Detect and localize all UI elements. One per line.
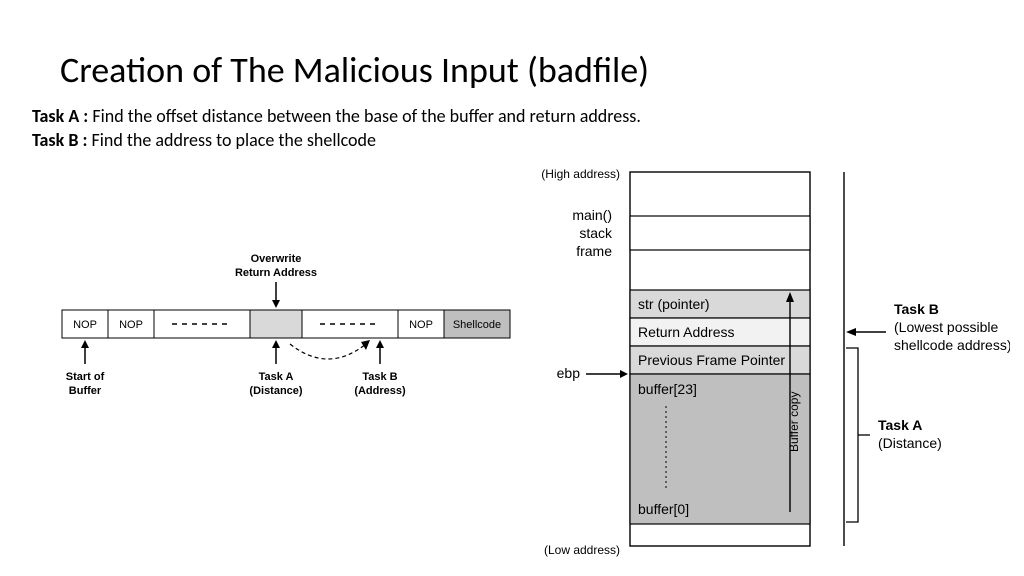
high-address-label: (High address) (541, 167, 620, 181)
buffer-row: NOP NOP NOP Shellcode (62, 310, 510, 338)
main-frame-cell (630, 216, 810, 250)
task-b-sub: shellcode address) (894, 337, 1010, 353)
arrow-up-icon (81, 340, 89, 348)
ebp-label: ebp (557, 365, 581, 381)
bracket-icon (846, 348, 858, 522)
taskb-bot: (Address) (354, 385, 406, 397)
main-label: stack (579, 225, 613, 241)
shellcode-cell: Shellcode (453, 319, 501, 331)
buffer-layout-diagram: Overwrite Return Address NOP NOP NOP She… (32, 240, 522, 440)
taskb-top: Task B (362, 371, 397, 383)
nop-cell: NOP (119, 319, 143, 331)
main-label: frame (576, 243, 612, 259)
nop-cell: NOP (73, 319, 97, 331)
task-a-text: Find the offset distance between the bas… (88, 105, 641, 127)
stack-layout-diagram: (High address) (Low address) main() stac… (540, 162, 1010, 562)
taska-bot: (Distance) (249, 385, 303, 397)
buffer0-label: buffer[0] (638, 501, 689, 517)
taska-top: Task A (259, 371, 294, 383)
task-b-label: Task B : (32, 129, 87, 151)
dashed-arrow (290, 344, 366, 359)
arrow-up-icon (272, 340, 280, 348)
slide-title: Creation of The Malicious Input (badfile… (60, 48, 649, 92)
task-a-sub: (Distance) (878, 435, 942, 451)
task-b-text: Find the address to place the shellcode (87, 129, 376, 151)
arrow-up-icon (376, 340, 384, 348)
overwrite-label-bot: Return Address (235, 267, 317, 279)
task-a-side-label: Task A (878, 417, 922, 433)
str-pointer-cell: str (pointer) (638, 296, 710, 312)
main-label: main() (572, 207, 612, 223)
task-description: Task A : Find the offset distance betwee… (32, 104, 641, 153)
arrow-down-icon (272, 300, 280, 308)
nop-cell: NOP (409, 319, 433, 331)
arrow-right-icon (620, 370, 628, 378)
task-a-label: Task A : (32, 105, 88, 127)
task-b-sub: (Lowest possible (894, 319, 998, 335)
buffer-copy-label: Buffer copy (787, 392, 801, 452)
low-address-label: (Low address) (544, 543, 620, 557)
return-address-cell: Return Address (638, 324, 735, 340)
start-buffer-top: Start of (66, 371, 105, 383)
return-address-cell (250, 310, 302, 338)
task-b-side-label: Task B (894, 301, 939, 317)
prev-frame-cell: Previous Frame Pointer (638, 352, 785, 368)
overwrite-label-top: Overwrite (251, 253, 302, 265)
arrow-left-icon (846, 328, 856, 336)
buffer23-label: buffer[23] (638, 381, 697, 397)
start-buffer-bot: Buffer (69, 385, 102, 397)
